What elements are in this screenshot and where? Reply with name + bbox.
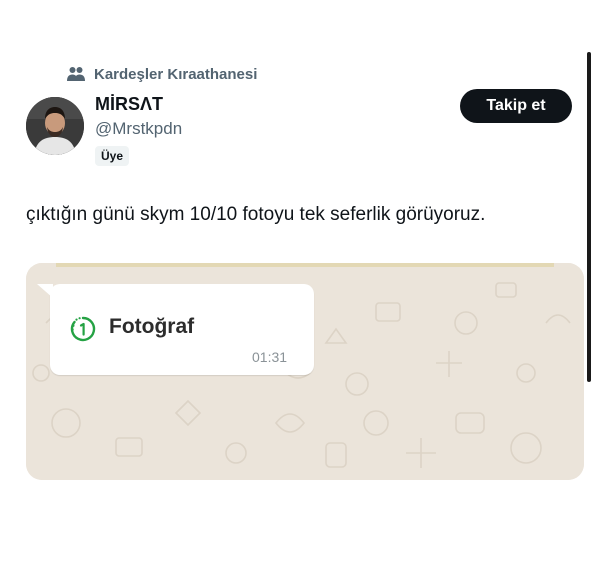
- community-context[interactable]: Kardeşler Kıraathanesi: [66, 63, 257, 85]
- role-badge: Üye: [95, 146, 130, 166]
- author-display-name[interactable]: MİRSΛT: [95, 94, 163, 115]
- view-once-photo-label[interactable]: Fotoğraf: [109, 315, 194, 339]
- author-handle[interactable]: @Mrstkpdn: [95, 119, 182, 139]
- tweet-text: çıktığın günü skym 10/10 fotoyu tek sefe…: [26, 204, 486, 225]
- follow-button[interactable]: Takip et: [460, 89, 572, 123]
- message-timestamp: 01:31: [252, 349, 288, 365]
- media-top-edge: [56, 263, 554, 267]
- people-icon: [66, 66, 86, 82]
- community-name[interactable]: Kardeşler Kıraathanesi: [94, 66, 257, 83]
- chat-bubble-tail: [37, 284, 53, 298]
- view-once-icon[interactable]: [70, 316, 96, 342]
- scrollbar-thumb[interactable]: [587, 52, 591, 382]
- avatar[interactable]: [26, 97, 84, 155]
